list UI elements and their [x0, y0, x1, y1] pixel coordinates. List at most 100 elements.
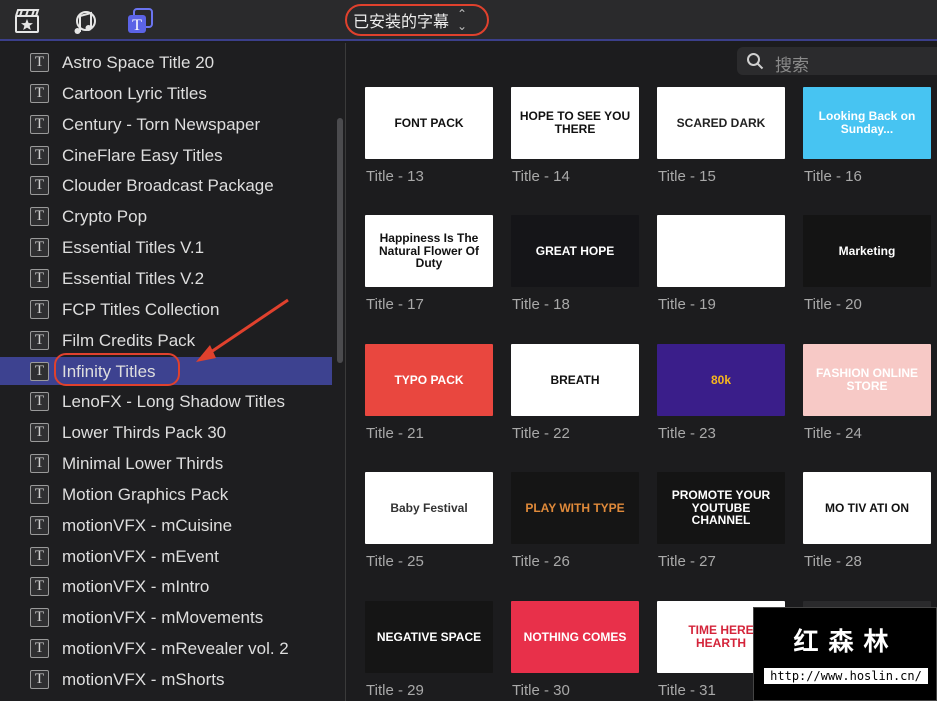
svg-text:T: T — [132, 17, 142, 34]
sidebar-item-label: Essential Titles V.2 — [62, 268, 205, 288]
sidebar-item-label: Minimal Lower Thirds — [62, 454, 224, 474]
title-t-icon: T — [30, 484, 49, 504]
sidebar-item-label: Lower Thirds Pack 30 — [62, 423, 227, 443]
sidebar-item-label: Motion Graphics Pack — [62, 484, 229, 504]
sidebar-item-label: motionVFX - mRevealer vol. 2 — [62, 639, 289, 659]
sidebar-item[interactable]: T Minimal Lower Thirds — [0, 449, 332, 477]
sidebar-item-label: Clouder Broadcast Package — [62, 176, 274, 196]
thumbnail-text: NEGATIVE SPACE — [376, 629, 482, 644]
sidebar-item[interactable]: T Clouder Broadcast Package — [0, 171, 332, 199]
sidebar-item[interactable]: TmotionVFX - mIntro — [0, 572, 332, 600]
thumbnail-label: Title - 28 — [804, 553, 862, 570]
sidebar-item[interactable]: T Cartoon Lyric Titles — [0, 79, 332, 107]
sidebar-item[interactable]: T Motion Graphics Pack — [0, 480, 332, 508]
watermark-logo: 红森林 http://www.hoslin.cn/ — [753, 607, 937, 701]
thumbnail-label: Title - 14 — [512, 168, 570, 185]
thumbnail-text: ORBIT — [702, 243, 740, 258]
sidebar-item[interactable]: TmotionVFX - mMovements — [0, 603, 332, 631]
title-thumbnail[interactable]: Happiness Is The Natural Flower Of Duty — [365, 215, 493, 287]
title-thumbnail[interactable]: SCARED DARK — [657, 87, 785, 159]
title-t-icon: T — [30, 670, 49, 689]
title-thumbnail[interactable]: 80k — [657, 344, 785, 416]
title-thumbnail[interactable]: MO TIV ATI ON — [803, 472, 931, 544]
library-dropdown[interactable]: 已安装的字幕 ⌃ ⌄ — [345, 4, 489, 36]
thumbnail-label: Title - 27 — [658, 553, 716, 570]
title-thumbnail[interactable]: HOPE TO SEE YOU THERE — [511, 87, 639, 159]
title-thumbnail[interactable]: Baby Festival — [365, 472, 493, 544]
thumbnail-text: PLAY WITH TYPE — [525, 500, 625, 515]
thumbnail-text: PROMOTE YOUR YOUTUBE CHANNEL — [671, 488, 771, 528]
sidebar-item-label: motionVFX - mIntro — [62, 577, 210, 597]
thumbnail-text: 80k — [710, 372, 732, 387]
title-thumbnail[interactable]: FONT PACK — [365, 87, 493, 159]
thumbnail-text: FONT PACK — [394, 115, 464, 130]
sidebar-scrollbar[interactable] — [337, 118, 343, 363]
thumbnail-label: Title - 13 — [366, 168, 424, 185]
title-t-icon: T — [30, 515, 49, 535]
sidebar-item[interactable]: T Astro Space Title 20 — [0, 48, 332, 76]
title-t-icon: T — [30, 145, 49, 165]
chevron-updown-icon: ⌃ ⌄ — [457, 7, 468, 33]
sidebar-item[interactable]: TmotionVFX - mCuisine — [0, 511, 332, 539]
thumbnail-label: Title - 22 — [512, 425, 570, 442]
titles-icon[interactable]: T — [126, 7, 154, 35]
title-thumbnail[interactable]: ORBIT — [657, 215, 785, 287]
sidebar-item[interactable]: T Film Credits Pack — [0, 326, 332, 354]
music-notes-icon[interactable] — [70, 7, 98, 35]
thumbnail-label: Title - 19 — [658, 296, 716, 313]
sidebar-item[interactable]: T LenoFX - Long Shadow Titles — [0, 387, 332, 415]
title-t-icon: T — [30, 392, 49, 412]
title-thumbnail[interactable]: BREATH — [511, 344, 639, 416]
title-t-icon: T — [30, 176, 49, 196]
thumbnail-text: FASHION ONLINE STORE — [815, 366, 918, 393]
thumbnail-text: GREAT HOPE — [535, 243, 615, 258]
watermark-title: 红森林 — [793, 627, 899, 656]
title-t-icon: T — [30, 330, 49, 350]
title-thumbnail[interactable]: Marketing — [803, 215, 931, 287]
title-thumbnail[interactable]: PLAY WITH TYPE — [511, 472, 639, 544]
sidebar-item-label: Film Credits Pack — [62, 330, 196, 350]
title-t-icon: T — [30, 454, 49, 474]
title-t-icon: T — [30, 238, 49, 258]
search-icon — [746, 52, 764, 75]
sidebar-item[interactable]: T CineFlare Easy Titles — [0, 141, 332, 169]
sidebar-item[interactable]: T Lower Thirds Pack 30 — [0, 418, 332, 446]
thumbnail-label: Title - 17 — [366, 296, 424, 313]
thumbnail-text: Marketing — [838, 243, 896, 258]
thumbnail-text: NOTHING COMES — [523, 629, 627, 644]
watermark-url: http://www.hoslin.cn/ — [764, 668, 928, 684]
sidebar-item[interactable]: TmotionVFX - mEvent — [0, 542, 332, 570]
title-thumbnail[interactable]: NEGATIVE SPACE — [365, 601, 493, 673]
search-field[interactable]: 搜索 — [737, 47, 937, 75]
thumbnail-text: Happiness Is The Natural Flower Of Duty — [378, 231, 479, 271]
title-thumbnail[interactable]: GREAT HOPE — [511, 215, 639, 287]
sidebar-item[interactable]: TmotionVFX - mShorts — [0, 665, 332, 693]
sidebar-item[interactable]: T Crypto Pop — [0, 202, 332, 230]
sidebar-item[interactable]: T Essential Titles V.1 — [0, 233, 332, 261]
title-t-icon: T — [30, 608, 49, 628]
sidebar-item-label: LenoFX - Long Shadow Titles — [62, 392, 286, 412]
clapper-star-icon[interactable] — [13, 7, 41, 35]
title-t-icon: T — [30, 423, 49, 443]
sidebar-item[interactable]: T FCP Titles Collection — [0, 295, 332, 323]
title-t-icon: T — [30, 639, 49, 659]
title-thumbnail[interactable]: TYPO PACK — [365, 344, 493, 416]
toolbar: T 已安装的字幕 ⌃ ⌄ — [0, 0, 937, 41]
sidebar-item-label: CineFlare Easy Titles — [62, 145, 223, 165]
title-thumbnail[interactable]: Looking Back on Sunday... — [803, 87, 931, 159]
sidebar-item[interactable]: TmotionVFX - mRevealer vol. 2 — [0, 634, 332, 662]
sidebar-item-label: Century - Torn Newspaper — [62, 114, 261, 134]
sidebar-item-label: motionVFX - mMovements — [62, 608, 264, 628]
title-thumbnail[interactable]: NOTHING COMES — [511, 601, 639, 673]
sidebar-item-label: FCP Titles Collection — [62, 299, 220, 319]
thumbnail-text: TYPO PACK — [394, 372, 464, 387]
thumbnail-text: Looking Back on Sunday... — [818, 109, 916, 136]
title-thumbnail[interactable]: FASHION ONLINE STORE — [803, 344, 931, 416]
thumbnail-label: Title - 18 — [512, 296, 570, 313]
title-thumbnail[interactable]: PROMOTE YOUR YOUTUBE CHANNEL — [657, 472, 785, 544]
sidebar-item[interactable]: T Essential Titles V.2 — [0, 264, 332, 292]
sidebar-item[interactable]: T Century - Torn Newspaper — [0, 110, 332, 138]
title-t-icon: T — [30, 577, 49, 597]
thumbnail-label: Title - 29 — [366, 682, 424, 699]
title-t-icon: T — [30, 114, 49, 134]
